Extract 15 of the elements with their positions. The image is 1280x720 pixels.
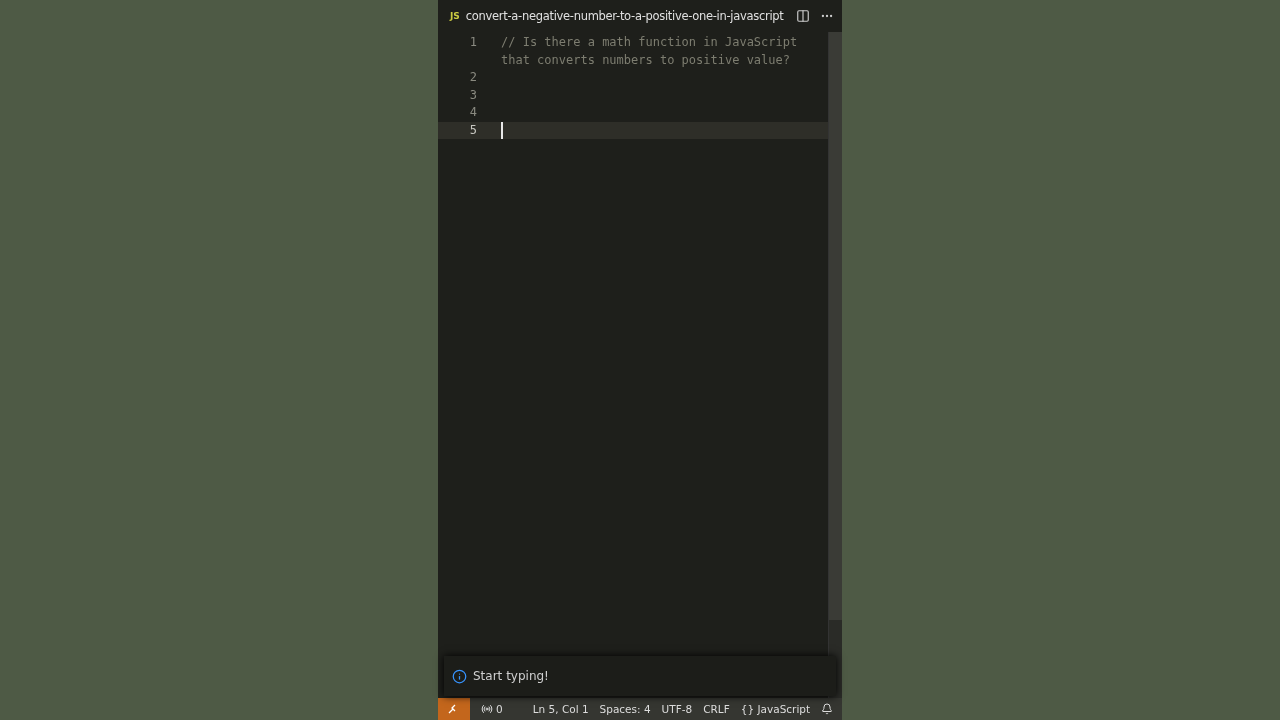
indentation[interactable]: Spaces: 4 xyxy=(599,703,651,715)
encoding[interactable]: UTF-8 xyxy=(661,703,693,715)
language-mode[interactable]: {} JavaScript xyxy=(740,703,811,715)
line-number: 1 xyxy=(468,34,477,51)
js-file-icon: JS xyxy=(450,11,460,21)
line-number: 5 xyxy=(468,121,477,139)
ports-status[interactable]: 0 xyxy=(481,703,503,715)
notification-message: Start typing! xyxy=(473,669,549,683)
line-number: 2 xyxy=(468,69,477,86)
cursor-position[interactable]: Ln 5, Col 1 xyxy=(532,703,589,715)
code-comment: // Is there a math function in JavaScript that converts numbers to positive value? xyxy=(501,34,799,69)
line-number: 3 xyxy=(468,86,477,104)
file-name: convert-a-negative-number-to-a-positive-one-in-javascript xyxy=(465,9,784,23)
line-number: 4 xyxy=(468,104,477,121)
line-ending[interactable]: CRLF xyxy=(703,703,730,715)
